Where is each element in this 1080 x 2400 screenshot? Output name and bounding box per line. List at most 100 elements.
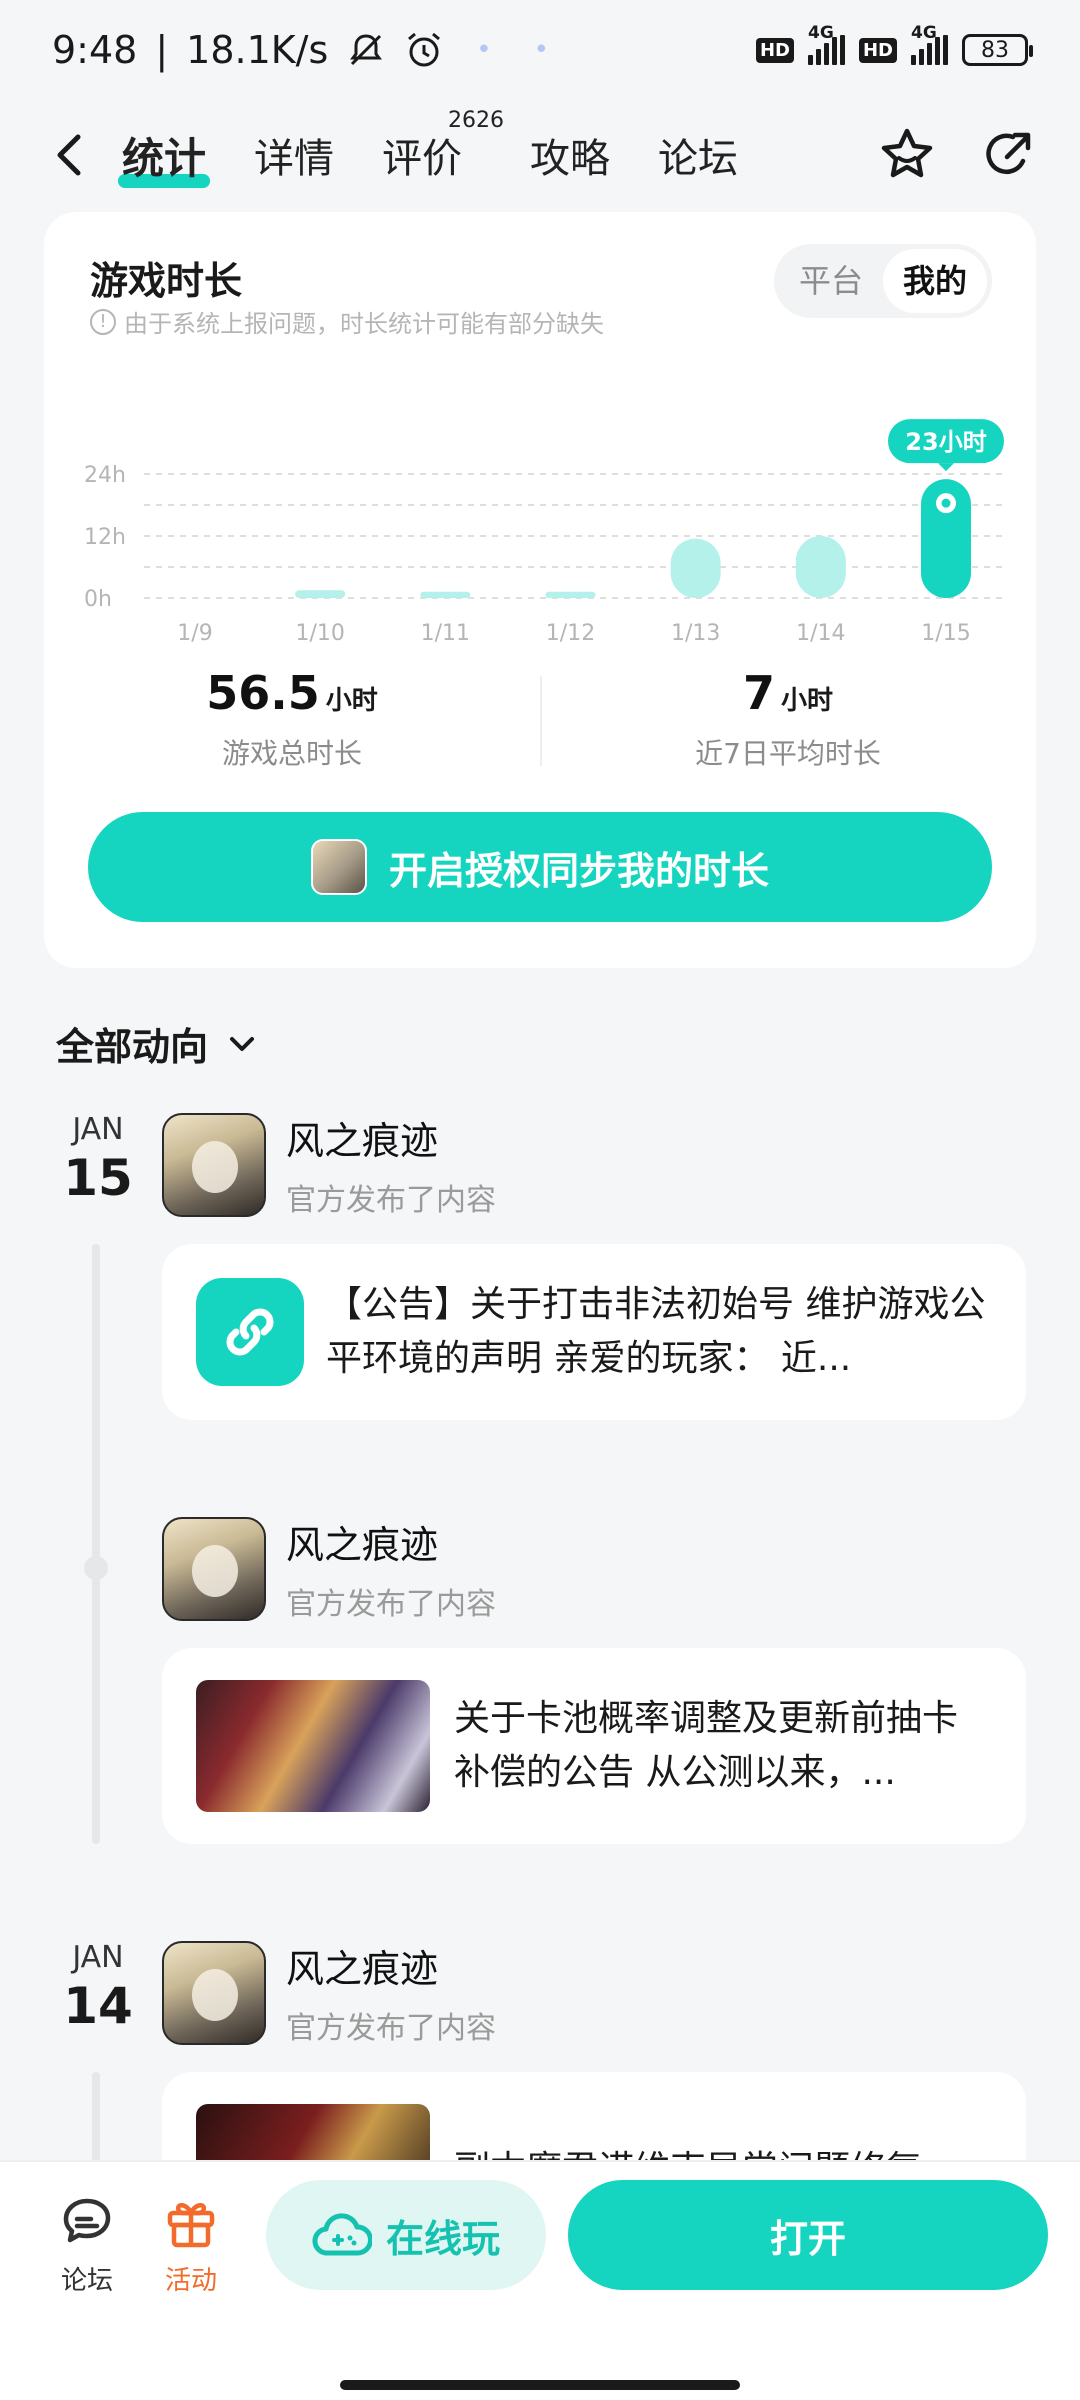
- game-avatar-icon: [310, 839, 367, 895]
- post-thumbnail: [196, 1680, 430, 1812]
- feed-item-header[interactable]: 风之痕迹 官方发布了内容: [162, 1110, 496, 1219]
- average-value: 7: [742, 666, 775, 720]
- average-playtime: 7 小时 近7日平均时长: [540, 666, 1036, 796]
- x-tick-label: 1/14: [796, 621, 845, 646]
- game-name: 风之痕迹: [286, 1947, 439, 1991]
- post-card[interactable]: 关于卡池概率调整及更新前抽卡补偿的公告 从公测以来，...: [162, 1648, 1026, 1844]
- chart-bar: [420, 591, 471, 598]
- hd-badge: HD: [755, 37, 794, 63]
- gift-icon: [161, 2192, 221, 2252]
- game-name: 风之痕迹: [286, 1523, 439, 1567]
- divider: |: [155, 28, 169, 72]
- chevron-down-icon: [230, 1036, 255, 1051]
- total-label: 游戏总时长: [221, 737, 362, 770]
- stats-summary: 56.5 小时 游戏总时长 7 小时 近7日平均时长: [44, 666, 1036, 796]
- cloud-gamepad-icon: [312, 2213, 372, 2256]
- tab-reviews[interactable]: 评价 2626: [382, 108, 504, 190]
- bottom-action-bar: 论坛 活动 在线玩 打开: [0, 2160, 1080, 2400]
- date-marker: JAN 15: [58, 1112, 138, 1203]
- home-indicator: [340, 2380, 740, 2390]
- mute-icon: [346, 30, 386, 70]
- battery-level: 83: [981, 37, 1009, 63]
- date-month: JAN: [72, 1112, 124, 1147]
- activity-button[interactable]: 活动: [146, 2192, 236, 2297]
- x-tick-label: 1/11: [421, 621, 470, 646]
- favorite-star-icon[interactable]: [876, 124, 938, 186]
- notification-dot-icon: •: [476, 35, 492, 65]
- highlight-label: 23小时: [905, 428, 986, 456]
- chart-bar: [795, 536, 846, 598]
- feed-subtitle: 官方发布了内容: [286, 2011, 496, 2046]
- segment-platform[interactable]: 平台: [779, 249, 883, 313]
- x-tick-label: 1/12: [546, 621, 595, 646]
- tab-forum[interactable]: 论坛: [658, 120, 738, 190]
- y-tick-label: 12h: [84, 525, 126, 550]
- sync-button-label: 开启授权同步我的时长: [388, 848, 769, 893]
- open-label: 打开: [769, 2216, 846, 2261]
- tab-details[interactable]: 详情: [254, 120, 334, 190]
- sync-playtime-button[interactable]: 开启授权同步我的时长: [88, 812, 992, 922]
- chart-bar: [545, 591, 596, 598]
- game-avatar[interactable]: [162, 1940, 266, 2045]
- top-nav: 统计 详情 评价 2626 攻略 论坛: [0, 100, 1080, 210]
- battery-icon: 83: [962, 34, 1033, 66]
- activity-label: 活动: [164, 2266, 217, 2296]
- status-bar: 9:48 | 18.1K/s • • HD 4G HD 4G 83: [0, 0, 1080, 100]
- game-name: 风之痕迹: [286, 1119, 439, 1163]
- review-count-badge: 2626: [448, 108, 505, 133]
- forum-label: 论坛: [60, 2266, 113, 2296]
- filter-label: 全部动向: [56, 1025, 209, 1069]
- hd-badge: HD: [858, 37, 897, 63]
- segment-mine[interactable]: 我的: [883, 249, 987, 313]
- x-tick-label: 1/13: [671, 621, 720, 646]
- alarm-icon: [404, 30, 444, 70]
- scope-segmented-control: 平台 我的: [774, 244, 992, 318]
- total-unit: 小时: [325, 686, 378, 716]
- game-avatar[interactable]: [162, 1516, 266, 1621]
- date-month: JAN: [72, 1940, 124, 1975]
- feed-item-header[interactable]: 风之痕迹 官方发布了内容: [162, 1938, 496, 2047]
- info-icon: !: [90, 308, 116, 335]
- x-tick-label: 1/15: [921, 621, 970, 646]
- notification-dot-icon: •: [533, 35, 549, 65]
- date-day: 14: [63, 1977, 133, 2035]
- x-tick-label: 1/10: [295, 621, 344, 646]
- share-icon[interactable]: [978, 124, 1040, 186]
- open-game-button[interactable]: 打开: [568, 2180, 1048, 2290]
- total-value: 56.5: [206, 666, 320, 720]
- clock: 9:48: [52, 28, 138, 72]
- y-tick-label: 0h: [84, 587, 112, 612]
- tab-stats[interactable]: 统计: [117, 119, 211, 192]
- timeline-dot: [84, 1556, 108, 1580]
- network-speed: 18.1K/s: [186, 28, 329, 72]
- link-icon: [196, 1278, 304, 1386]
- feed-item-header[interactable]: 风之痕迹 官方发布了内容: [162, 1514, 496, 1623]
- cloud-play-button[interactable]: 在线玩: [266, 2180, 546, 2290]
- post-text: 关于卡池概率调整及更新前抽卡补偿的公告 从公测以来，...: [454, 1698, 959, 1793]
- tab-guides[interactable]: 攻略: [530, 120, 610, 190]
- playtime-card: 游戏时长 ! 由于系统上报问题，时长统计可能有部分缺失 平台 我的 0h 12h 2…: [44, 212, 1036, 968]
- bar-marker-center: [941, 498, 951, 508]
- post-card[interactable]: 【公告】关于打击非法初始号 维护游戏公平环境的声明 亲爱的玩家： 近...: [162, 1244, 1026, 1420]
- total-playtime: 56.5 小时 游戏总时长: [44, 666, 540, 796]
- average-label: 近7日平均时长: [695, 737, 881, 770]
- game-avatar[interactable]: [162, 1112, 266, 1217]
- date-day: 15: [63, 1149, 133, 1207]
- back-icon[interactable]: [40, 125, 100, 185]
- x-tick-label: 1/9: [177, 621, 212, 646]
- timeline-line: [92, 1244, 100, 1844]
- signal-icon: 4G: [807, 23, 845, 65]
- tab-bar: 统计 详情 评价 2626 攻略 论坛: [117, 108, 738, 192]
- post-text: 【公告】关于打击非法初始号 维护游戏公平环境的声明 亲爱的玩家： 近...: [326, 1284, 986, 1379]
- chat-bubble-icon: [57, 2192, 117, 2252]
- feed-subtitle: 官方发布了内容: [286, 1587, 496, 1622]
- tab-reviews-label: 评价: [382, 136, 463, 182]
- date-marker: JAN 14: [58, 1940, 138, 2031]
- chart-bar: [295, 590, 346, 598]
- y-tick-label: 24h: [84, 463, 126, 488]
- activity-filter-dropdown[interactable]: 全部动向: [56, 1016, 260, 1071]
- cloud-play-label: 在线玩: [385, 2216, 500, 2261]
- forum-button[interactable]: 论坛: [42, 2192, 132, 2297]
- chart-bar: [670, 538, 721, 598]
- signal-icon: 4G: [911, 23, 948, 65]
